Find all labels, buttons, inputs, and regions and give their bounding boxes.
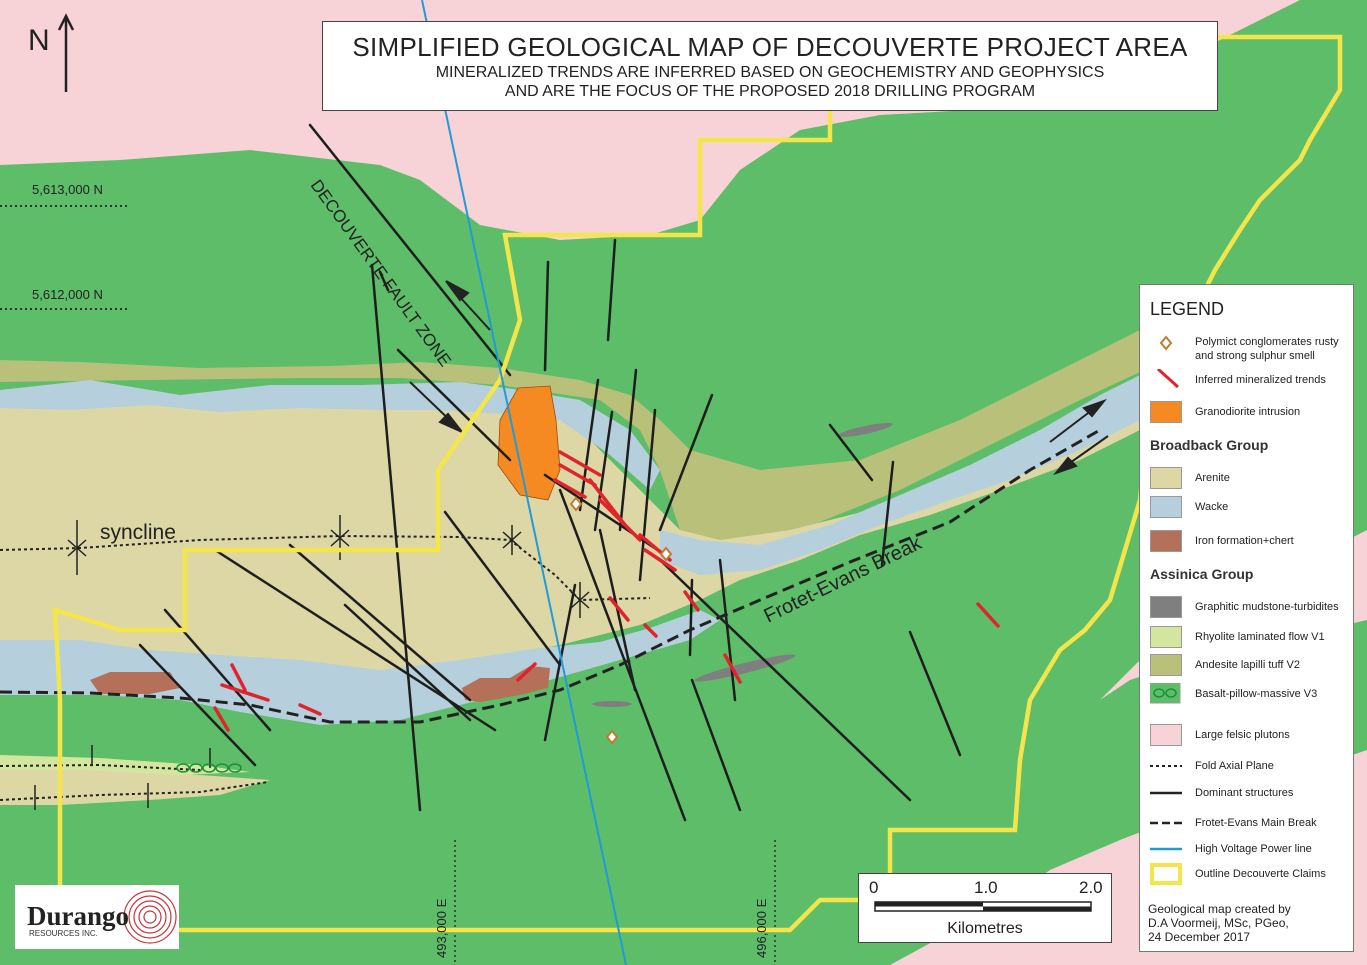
title-box: SIMPLIFIED GEOLOGICAL MAP OF DECOUVERTE … [322, 21, 1218, 111]
legend-item-granodiorite: Granodiorite intrusion [1150, 401, 1350, 427]
legend-label: Polymict conglomerates rusty and strong … [1195, 336, 1339, 362]
legend-label: Frotet-Evans Main Break [1195, 817, 1317, 829]
legend-item-andesite: Andesite lapilli tuff V2 [1150, 654, 1350, 680]
legend-item-wacke: Wacke [1150, 496, 1350, 522]
pluton-swatch [1150, 724, 1182, 746]
legend-label: Iron formation+chert [1195, 535, 1294, 547]
dotted-line-icon [1150, 765, 1182, 767]
iron-swatch [1150, 530, 1182, 552]
scale-bar-graphic [874, 901, 1092, 912]
legend-item-rhyolite: Rhyolite laminated flow V1 [1150, 626, 1350, 652]
legend-item-structures: Dominant structures [1150, 782, 1350, 808]
pillow-basalt-swatch [1150, 683, 1181, 704]
legend-label: Granodiorite intrusion [1195, 406, 1301, 418]
legend-item-graphitic: Graphitic mudstone-turbidites [1150, 596, 1350, 622]
north-arrow-icon [57, 13, 75, 92]
legend-item-fold: Fold Axial Plane [1150, 755, 1350, 781]
scale-bar: 0 1.0 2.0 Kilometres [858, 873, 1112, 943]
diamond-icon [1159, 335, 1173, 351]
arenite-swatch [1150, 467, 1182, 489]
credit-line-2: D.A Voormeij, MSc, PGeo, [1148, 916, 1289, 930]
logo-name: Durango [27, 901, 130, 931]
legend-label: Outline Decouverte Claims [1195, 868, 1326, 880]
syncline-label: syncline [100, 521, 176, 544]
map-credit: Geological map created by D.A Voormeij, … [1148, 902, 1291, 944]
scale-unit: Kilometres [947, 920, 1023, 937]
northing-label-1: 5,613,000 N [32, 182, 103, 197]
map-title: SIMPLIFIED GEOLOGICAL MAP OF DECOUVERTE … [352, 32, 1188, 62]
easting-label-1: 493,000 E [434, 898, 449, 958]
legend-item-trends: Inferred mineralized trends [1150, 369, 1350, 395]
legend: LEGEND Polymict conglomerates rusty and … [1139, 284, 1354, 952]
legend-label: Andesite lapilli tuff V2 [1195, 659, 1300, 671]
legend-group-assinica: Assinica Group [1150, 566, 1254, 582]
graphitic-swatch [1150, 596, 1182, 618]
legend-label: Rhyolite laminated flow V1 [1195, 631, 1325, 643]
legend-group-broadback: Broadback Group [1150, 437, 1269, 453]
logo-subtitle: RESOURCES INC. [29, 929, 98, 938]
map-subtitle-2: AND ARE THE FOCUS OF THE PROPOSED 2018 D… [504, 83, 1036, 100]
map-subtitle-1: MINERALIZED TRENDS ARE INFERRED BASED ON… [435, 64, 1105, 81]
rhyolite-swatch [1150, 626, 1182, 648]
legend-item-basalt: Basalt-pillow-massive V3 [1150, 683, 1350, 709]
legend-label: Arenite [1195, 472, 1230, 484]
credit-line-1: Geological map created by [1148, 902, 1291, 916]
credit-line-3: 24 December 2017 [1148, 930, 1251, 944]
graphitic-lens-3 [592, 701, 632, 707]
scale-tick-1: 1.0 [974, 878, 998, 897]
northing-label-2: 5,612,000 N [32, 287, 103, 302]
legend-label: Wacke [1195, 501, 1229, 513]
solid-line-icon [1150, 791, 1182, 795]
legend-title: LEGEND [1150, 299, 1225, 319]
dashed-line-icon [1150, 821, 1182, 825]
legend-item-arenite: Arenite [1150, 467, 1350, 493]
scale-tick-2: 2.0 [1079, 878, 1103, 897]
red-line-icon [1156, 369, 1180, 389]
scale-tick-0: 0 [869, 878, 879, 897]
legend-item-break: Frotet-Evans Main Break [1150, 812, 1350, 838]
legend-label: Large felsic plutons [1195, 729, 1290, 741]
legend-label: Dominant structures [1195, 787, 1294, 799]
legend-label: High Voltage Power line [1195, 843, 1312, 855]
legend-label: Basalt-pillow-massive V3 [1195, 688, 1318, 700]
andesite-swatch [1150, 654, 1182, 676]
legend-item-conglomerate: Polymict conglomerates rusty and strong … [1150, 333, 1350, 362]
legend-label: Inferred mineralized trends [1195, 374, 1326, 386]
durango-logo: Durango RESOURCES INC. [15, 885, 179, 949]
yellow-box-icon [1150, 863, 1182, 885]
wacke-swatch [1150, 496, 1182, 518]
legend-label: Fold Axial Plane [1195, 760, 1274, 772]
legend-label: Graphitic mudstone-turbidites [1195, 601, 1339, 613]
legend-item-plutons: Large felsic plutons [1150, 724, 1350, 750]
legend-item-powerline: High Voltage Power line [1150, 838, 1350, 864]
legend-item-iron: Iron formation+chert [1150, 530, 1350, 556]
granodiorite-swatch [1150, 401, 1182, 423]
legend-item-claims: Outline Decouverte Claims [1150, 863, 1350, 889]
blue-line-icon [1150, 847, 1182, 851]
north-arrow: N [28, 12, 78, 97]
easting-label-2: 496,000 E [754, 898, 769, 958]
